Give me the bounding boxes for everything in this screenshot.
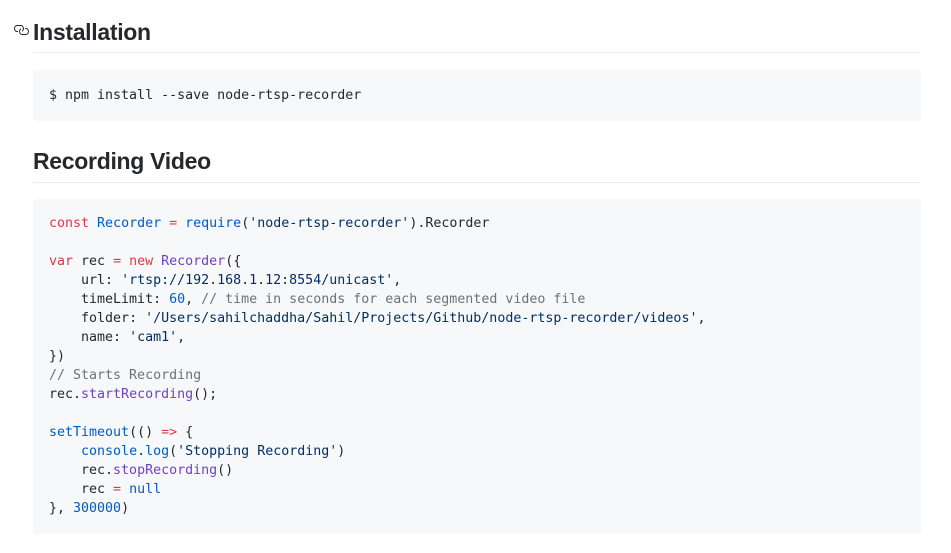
link-icon[interactable]	[13, 22, 29, 38]
recording-title: Recording Video	[33, 147, 211, 174]
code-line: }, 300000)	[49, 501, 130, 516]
recording-divider	[33, 182, 921, 183]
code-line: rec.stopRecording()	[49, 463, 234, 478]
code-line: console.log('Stopping Recording')	[81, 444, 346, 459]
installation-divider	[33, 52, 921, 53]
code-line: var rec = new Recorder({	[49, 254, 242, 269]
code-line: timeLimit: 60, // time in seconds for ea…	[49, 292, 586, 307]
code-line: setTimeout(() => {	[49, 425, 194, 440]
code-line: folder: '/Users/sahilchaddha/Sahil/Proje…	[49, 311, 706, 326]
install-code-block: $ npm install --save node-rtsp-recorder	[33, 70, 921, 121]
install-command: $ npm install --save node-rtsp-recorder	[49, 88, 362, 103]
installation-title: Installation	[33, 18, 151, 45]
recording-heading: Recording Video	[33, 146, 921, 176]
code-line: name: 'cam1',	[49, 330, 186, 345]
code-line: rec.startRecording();	[49, 387, 218, 402]
code-line: // Starts Recording	[49, 368, 202, 383]
recording-code-block: const Recorder = require('node-rtsp-reco…	[33, 199, 921, 534]
code-line: url: 'rtsp://192.168.1.12:8554/unicast',	[49, 273, 402, 288]
code-line: const Recorder = require('node-rtsp-reco…	[49, 216, 490, 231]
installation-heading: Installation	[33, 17, 921, 47]
code-line: rec = null	[49, 482, 162, 497]
code-line: })	[49, 349, 66, 364]
